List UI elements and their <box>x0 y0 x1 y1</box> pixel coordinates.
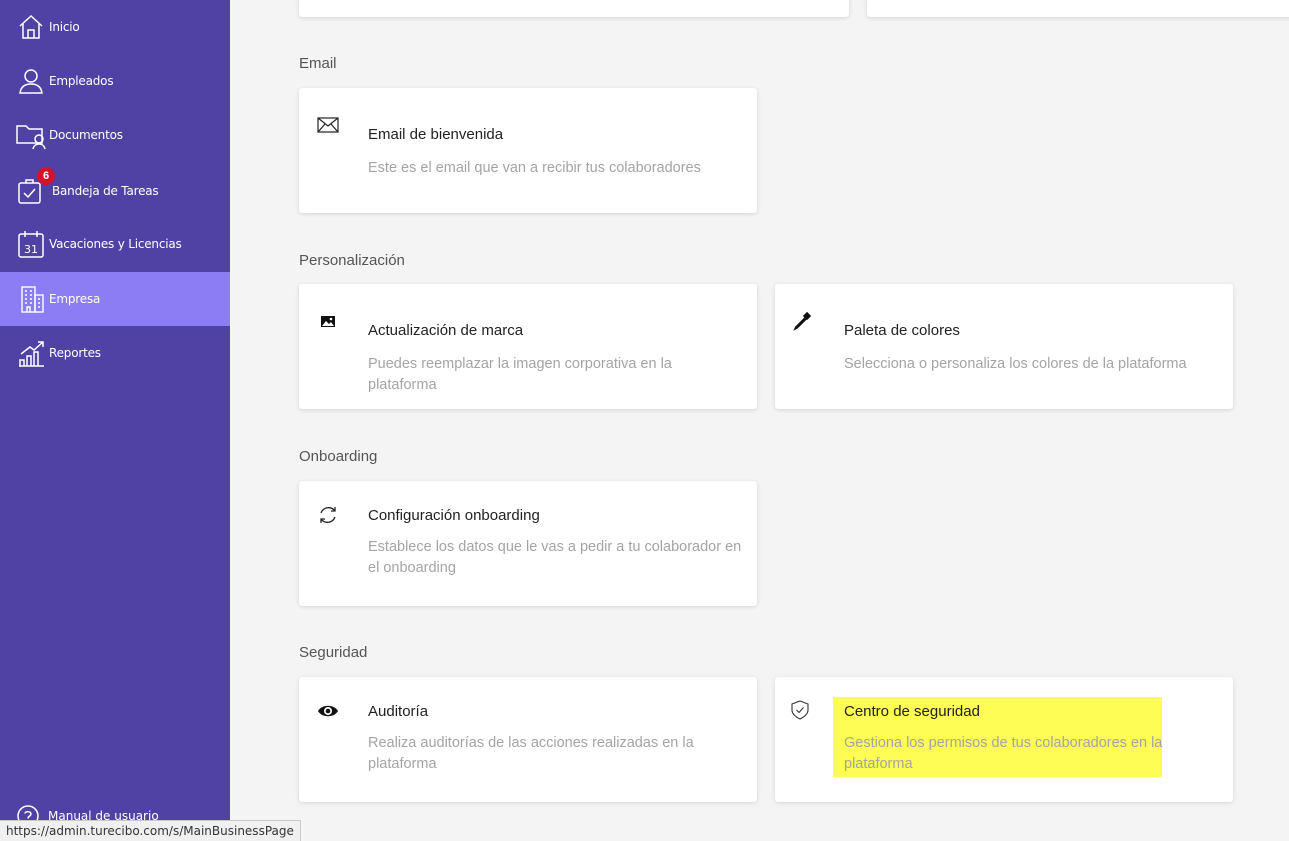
eye-icon <box>317 700 339 722</box>
svg-text:31: 31 <box>24 243 38 256</box>
sidebar-item-label: Reportes <box>49 346 101 360</box>
card-email-bienvenida[interactable]: Email de bienvenida Este es el email que… <box>299 88 757 213</box>
eyedropper-icon <box>791 310 813 332</box>
sidebar-item-empresa[interactable]: Empresa <box>0 272 230 326</box>
card-title: Email de bienvenida <box>368 126 504 143</box>
status-bar-url: https://admin.turecibo.com/s/MainBusines… <box>0 820 301 841</box>
card-title: Auditoría <box>368 703 429 720</box>
sidebar-item-label: Inicio <box>49 20 80 34</box>
card-description: Este es el email que van a recibir tus c… <box>368 160 701 176</box>
sidebar-item-documentos[interactable]: Documentos <box>0 108 230 162</box>
card-centro-seguridad[interactable]: Centro de seguridad Gestiona los permiso… <box>775 677 1233 802</box>
envelope-icon <box>317 114 339 136</box>
sidebar: Inicio Empleados Documentos Bandeja de T… <box>0 0 230 840</box>
card-auditoria[interactable]: Auditoría Realiza auditorías de las acci… <box>299 677 757 802</box>
building-icon <box>16 284 46 314</box>
sidebar-item-label: Vacaciones y Licencias <box>49 237 182 251</box>
card-title: Paleta de colores <box>844 322 960 339</box>
chart-growth-icon <box>16 338 46 368</box>
task-count-badge: 6 <box>37 167 55 185</box>
card-description: Puedes reemplazar la imagen corporativa … <box>368 356 672 393</box>
refresh-icon <box>317 504 339 526</box>
card-configuracion-onboarding[interactable]: Configuración onboarding Establece los d… <box>299 481 757 606</box>
section-title-onboarding: Onboarding <box>299 448 378 465</box>
sidebar-item-vacaciones[interactable]: 31 Vacaciones y Licencias <box>0 217 230 271</box>
card-actualizacion-marca[interactable]: Actualización de marca Puedes reemplazar… <box>299 284 757 409</box>
sidebar-item-inicio[interactable]: Inicio <box>0 0 230 54</box>
sidebar-item-label: Empresa <box>49 292 101 306</box>
section-title-seguridad: Seguridad <box>299 644 368 661</box>
home-icon <box>16 12 46 42</box>
user-icon <box>16 66 46 96</box>
card-description: Realiza auditorías de las acciones reali… <box>368 735 694 772</box>
section-title-personalizacion: Personalización <box>299 252 405 269</box>
card-description: Establece los datos que le vas a pedir a… <box>368 539 742 576</box>
sidebar-item-label: Documentos <box>49 128 123 142</box>
calendar-icon: 31 <box>16 229 46 259</box>
card-title: Actualización de marca <box>368 322 524 339</box>
image-icon <box>317 310 339 332</box>
folder-user-icon <box>16 120 46 150</box>
shield-check-icon <box>789 699 811 721</box>
sidebar-item-label: Empleados <box>49 74 114 88</box>
card-paleta-colores[interactable]: Paleta de colores Selecciona o personali… <box>775 284 1233 409</box>
card-description: Selecciona o personaliza los colores de … <box>844 356 1187 372</box>
card-title: Configuración onboarding <box>368 507 540 524</box>
card-top-partial-right[interactable] <box>867 0 1289 17</box>
section-title-email: Email <box>299 55 337 72</box>
sidebar-item-bandeja-de-tareas[interactable]: Bandeja de Tareas <box>0 164 230 218</box>
sidebar-item-empleados[interactable]: Empleados <box>0 54 230 108</box>
card-description: Gestiona los permisos de tus colaborador… <box>844 735 1163 772</box>
card-top-partial-left[interactable] <box>299 0 849 17</box>
sidebar-item-reportes[interactable]: Reportes <box>0 326 230 380</box>
sidebar-item-label: Bandeja de Tareas <box>52 184 159 198</box>
card-title: Centro de seguridad <box>844 703 980 720</box>
